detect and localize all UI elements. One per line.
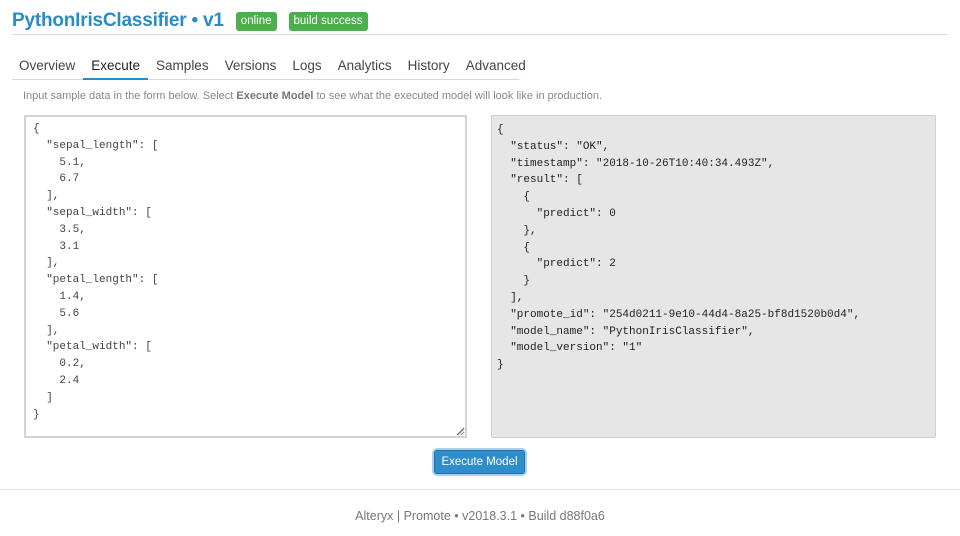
- tab-analytics[interactable]: Analytics: [330, 55, 400, 80]
- page-title: PythonIrisClassifier • v1: [12, 10, 224, 31]
- tab-bar: Overview Execute Samples Versions Logs A…: [12, 55, 526, 80]
- tab-logs[interactable]: Logs: [284, 55, 329, 80]
- footer: Alteryx | Promote • v2018.3.1 • Build d8…: [0, 489, 960, 536]
- output-json-panel: { "status": "OK", "timestamp": "2018-10-…: [491, 115, 936, 438]
- input-json-editor[interactable]: { "sepal_length": [ 5.1, 6.7 ], "sepal_w…: [24, 115, 467, 438]
- tab-advanced[interactable]: Advanced: [458, 55, 534, 80]
- app-header: PythonIrisClassifier • v1 online build s…: [12, 8, 948, 35]
- instruction-bold: Execute Model: [236, 90, 314, 102]
- tab-execute[interactable]: Execute: [83, 55, 149, 80]
- status-badge-online: online: [235, 11, 277, 31]
- tab-samples[interactable]: Samples: [148, 55, 217, 80]
- execute-model-button[interactable]: Execute Model: [434, 450, 525, 474]
- instruction-text: Input sample data in the form below. Sel…: [23, 90, 602, 102]
- resize-grip-icon[interactable]: [457, 428, 465, 436]
- tab-versions[interactable]: Versions: [217, 55, 285, 80]
- status-badge-build: build success: [288, 11, 368, 31]
- instruction-before: Input sample data in the form below. Sel…: [23, 90, 237, 102]
- tab-history[interactable]: History: [400, 55, 458, 80]
- tab-overview[interactable]: Overview: [12, 55, 83, 80]
- instruction-after: to see what the executed model will look…: [313, 90, 603, 102]
